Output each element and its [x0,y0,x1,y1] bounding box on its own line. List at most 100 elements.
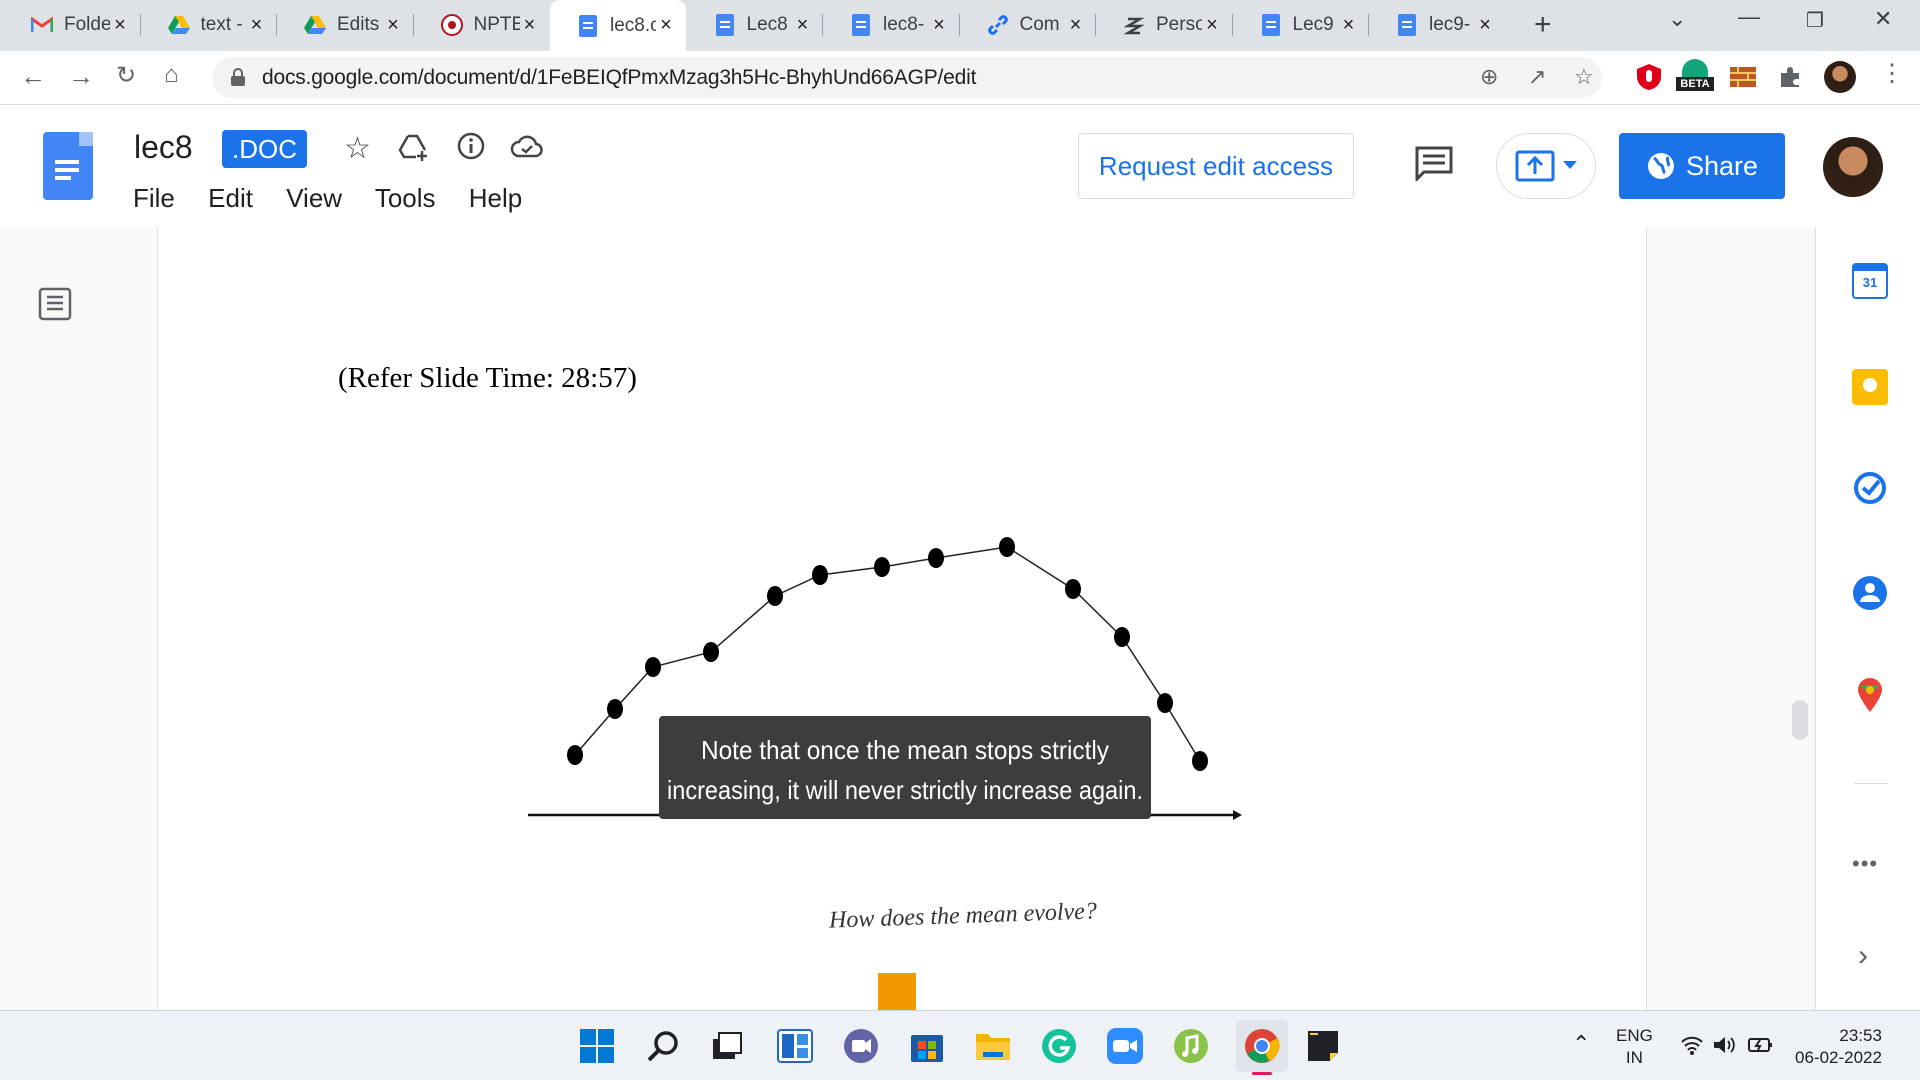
profile-avatar[interactable] [1824,61,1856,93]
extension-bricks-icon[interactable] [1730,67,1756,87]
restore-icon[interactable]: ❐ [1806,8,1824,33]
request-edit-access-button[interactable]: Request edit access [1078,133,1354,199]
tab-close-icon[interactable]: × [793,14,813,37]
tab-close-icon[interactable]: × [520,14,540,37]
browser-tab[interactable]: lec8- × [823,6,959,44]
windows-start-icon[interactable] [578,1027,616,1065]
star-icon[interactable]: ☆ [344,131,371,166]
system-clock[interactable]: 23:53 06-02-2022 [1795,1025,1882,1069]
tab-label: Lec8 [746,14,788,35]
tab-label: Perso [1156,14,1202,35]
calendar-icon[interactable]: 31 [1852,263,1888,299]
windows-taskbar: ⌃ ENG IN 23:53 06-02-2022 [0,1010,1920,1080]
search-icon[interactable] [644,1027,682,1065]
maps-icon[interactable] [1856,677,1884,713]
move-to-drive-icon[interactable] [398,133,430,163]
grammarly-icon[interactable] [1040,1027,1078,1065]
menu-bar: File Edit View Tools Help [133,183,548,214]
browser-tab[interactable]: Perso × [1096,6,1232,44]
tab-close-icon[interactable]: × [1066,14,1086,37]
comment-history-icon[interactable] [1414,145,1454,181]
expand-panel-icon[interactable]: › [1858,939,1868,973]
tasks-icon[interactable] [1852,470,1888,506]
reload-icon[interactable]: ↻ [116,61,136,90]
account-avatar[interactable] [1823,137,1883,197]
tab-close-icon[interactable]: × [383,14,403,37]
task-view-icon[interactable] [708,1027,746,1065]
tab-separator [958,14,960,36]
window-close-icon[interactable]: ✕ [1874,6,1892,32]
browser-tab[interactable]: Edits × [277,6,413,44]
tab-close-icon[interactable]: × [656,14,676,37]
file-type-badge: .DOC [222,130,307,168]
menu-help[interactable]: Help [469,183,522,213]
extension-beta-icon[interactable]: BETA [1676,59,1714,93]
present-button[interactable] [1496,133,1596,199]
tab-label: Edits [337,14,380,35]
tab-close-icon[interactable]: × [929,14,949,37]
microsoft-store-icon[interactable] [908,1027,946,1065]
tab-close-icon[interactable]: × [1475,14,1495,37]
tab-search-chevron-icon[interactable]: ⌄ [1668,6,1686,32]
tab-label: NPTE [473,14,520,35]
browser-tab[interactable]: text - × [141,6,277,44]
chrome-taskbar-icon[interactable] [1236,1020,1288,1075]
zoom-icon[interactable]: ⊕ [1480,64,1498,90]
share-page-icon[interactable]: ↗ [1528,64,1546,90]
menu-edit[interactable]: Edit [208,183,253,213]
battery-icon[interactable] [1748,1035,1774,1055]
cloud-saved-icon[interactable] [510,135,544,159]
docs-logo-icon[interactable] [43,132,93,200]
scrollbar-thumb[interactable] [1792,700,1808,740]
browser-tab[interactable]: NPTE × [414,6,550,44]
tab-label: Lec9 [1292,14,1334,35]
keep-icon[interactable] [1852,369,1888,405]
sticky-notes-icon[interactable] [1304,1027,1342,1065]
browser-tab[interactable]: Lec9 × [1233,6,1369,44]
home-icon[interactable]: ⌂ [164,61,179,89]
browser-tab[interactable]: Folde × [4,6,140,44]
forward-icon[interactable]: → [68,61,94,92]
wifi-icon[interactable] [1680,1035,1704,1055]
document-outline-icon[interactable] [38,287,72,321]
perso-icon [1122,13,1146,37]
menu-file[interactable]: File [133,183,175,213]
browser-tab[interactable]: Lec8 × [687,6,823,44]
tab-close-icon[interactable]: × [247,14,267,37]
bookmark-star-icon[interactable]: ☆ [1574,64,1594,90]
file-explorer-icon[interactable] [974,1027,1012,1065]
menu-view[interactable]: View [286,183,342,213]
document-page[interactable]: (Refer Slide Time: 28:57) Note that once… [157,227,1647,1010]
back-icon[interactable]: ← [20,61,46,92]
tab-label: Com [1019,14,1060,35]
widgets-icon[interactable] [776,1027,814,1065]
volume-icon[interactable] [1712,1035,1736,1055]
browser-tab[interactable]: lec9- × [1369,6,1505,44]
music-app-icon[interactable] [1172,1027,1210,1065]
more-addons-icon[interactable]: ••• [1852,851,1878,877]
extension-shield-icon[interactable] [1636,63,1662,91]
url-text[interactable]: docs.google.com/document/d/1FeBEIQfPmxMz… [262,66,976,90]
tab-close-icon[interactable]: × [1202,14,1222,37]
contacts-icon[interactable] [1852,575,1888,611]
nptel-icon [440,13,464,37]
orange-square-shape [878,973,916,1010]
tab-separator [1231,14,1233,36]
document-title[interactable]: lec8 [134,129,193,166]
zoom-app-icon[interactable] [1106,1027,1144,1065]
extensions-puzzle-icon[interactable] [1778,65,1802,89]
tray-chevron-icon[interactable]: ⌃ [1572,1031,1590,1057]
tab-close-icon[interactable]: × [110,14,130,37]
tab-close-icon[interactable]: × [1339,14,1359,37]
new-tab-button[interactable]: + [1534,8,1552,42]
browser-tab[interactable]: lec8.c × [550,0,686,51]
teams-chat-icon[interactable] [842,1027,880,1065]
menu-tools[interactable]: Tools [375,183,436,213]
browser-tab[interactable]: Com × [960,6,1096,44]
share-button[interactable]: Share [1619,133,1785,199]
info-icon[interactable] [456,131,486,161]
omnibox[interactable]: docs.google.com/document/d/1FeBEIQfPmxMz… [212,57,1602,98]
browser-menu-icon[interactable]: ⋮ [1880,59,1904,88]
input-language[interactable]: ENG IN [1616,1025,1653,1069]
minimize-icon[interactable]: — [1738,4,1760,30]
